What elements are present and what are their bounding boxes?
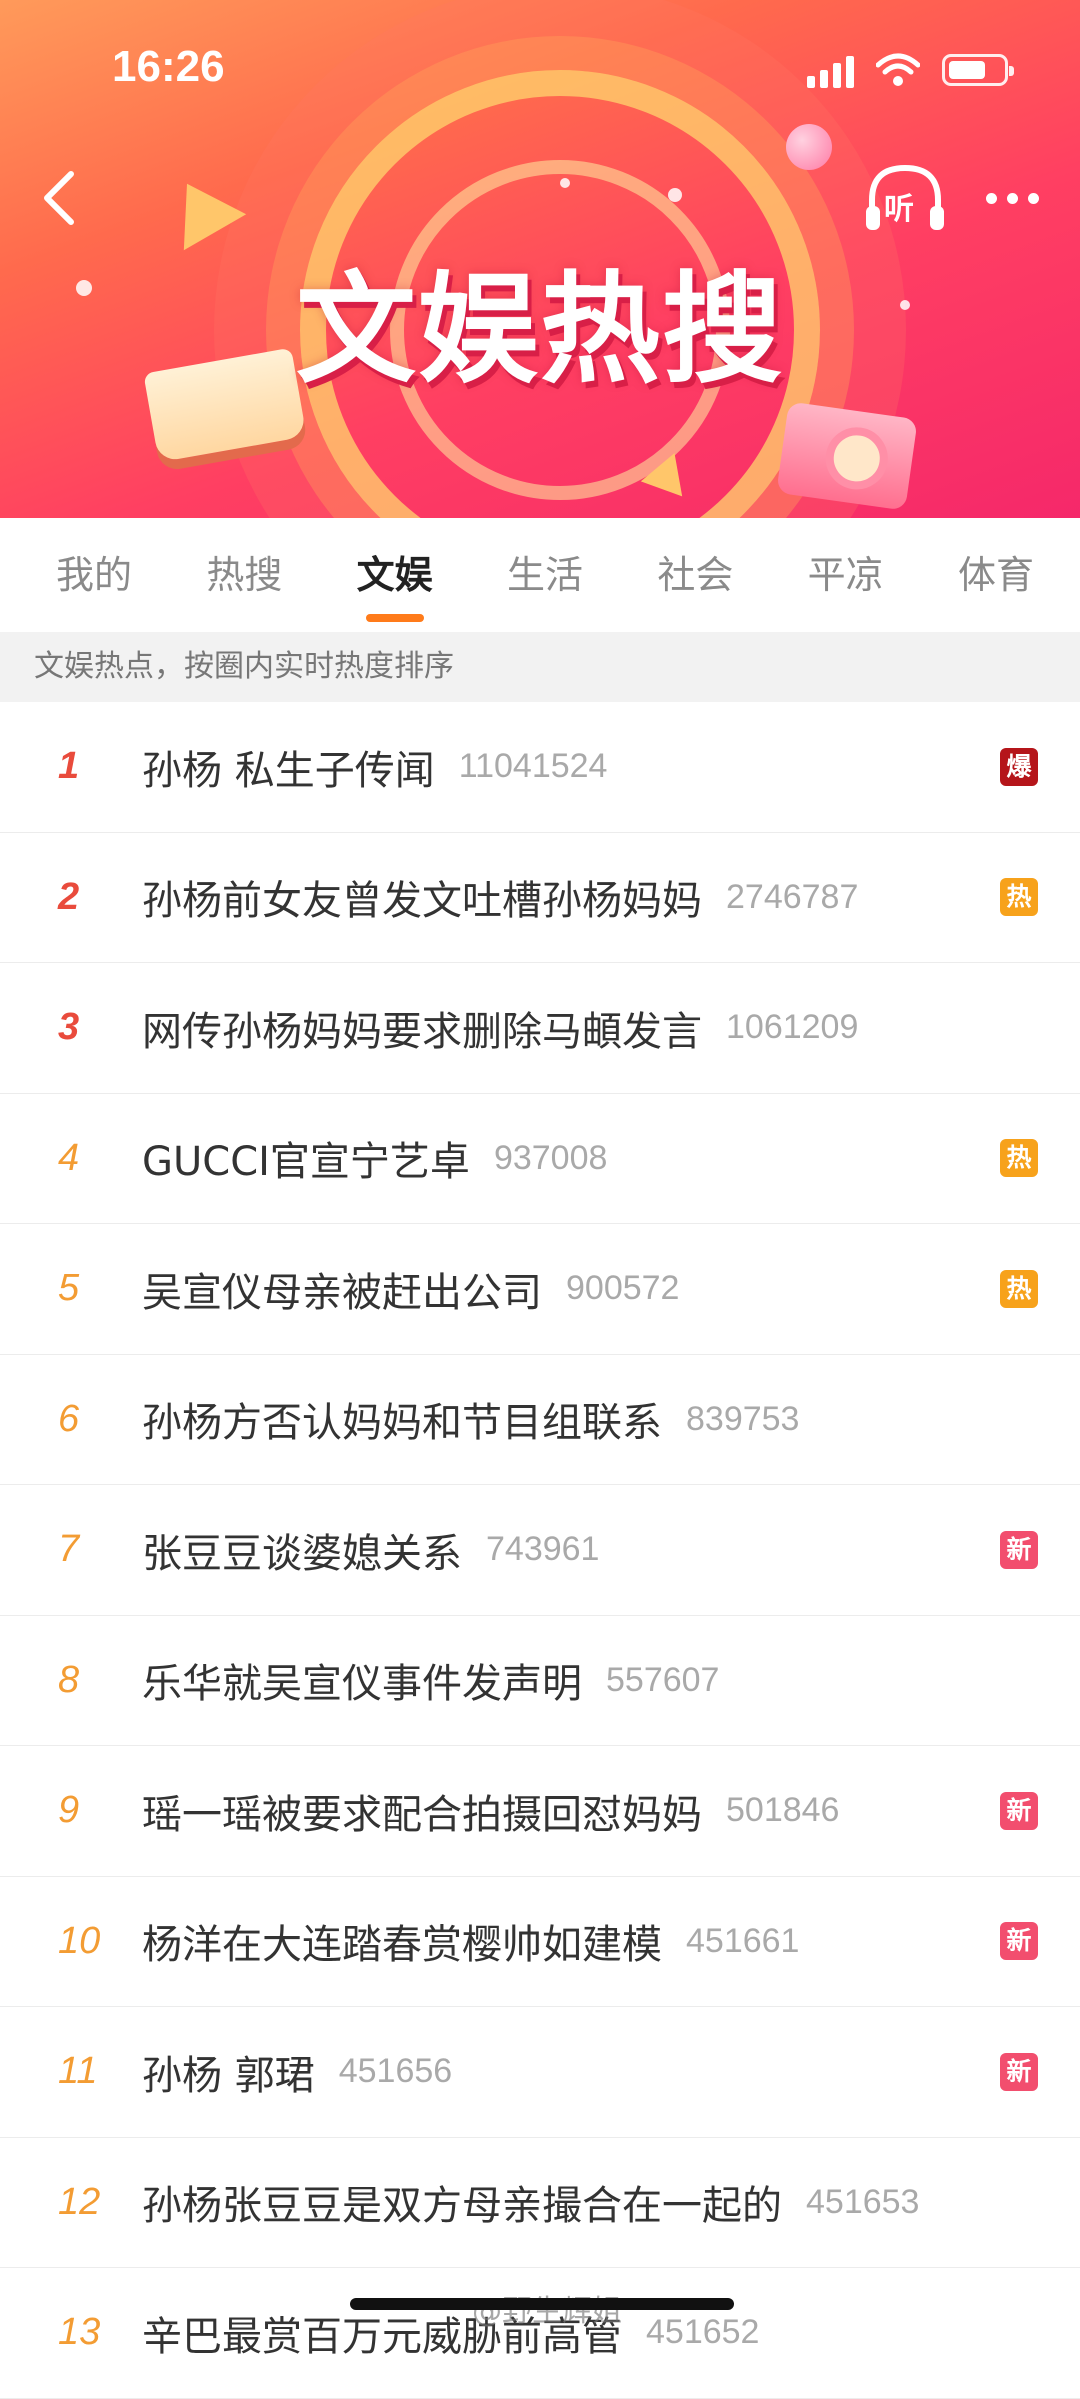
sparkle-dot xyxy=(560,178,570,188)
new-badge: 新 xyxy=(1000,1791,1038,1830)
heat-count: 1061209 xyxy=(726,1008,859,1047)
heat-count: 743961 xyxy=(486,1530,600,1569)
hot-badge: 热 xyxy=(1000,1139,1038,1178)
rank-number: 9 xyxy=(58,1789,80,1832)
sparkle-dot xyxy=(668,188,682,202)
status-time: 16:26 xyxy=(112,42,225,91)
heat-count: 900572 xyxy=(566,1269,680,1308)
rank-number: 11 xyxy=(58,2050,98,2093)
heat-count: 11041524 xyxy=(458,747,608,786)
status-icons xyxy=(807,50,1014,90)
new-badge: 新 xyxy=(1000,1922,1038,1961)
heat-count: 557607 xyxy=(606,1660,720,1699)
heat-count: 501846 xyxy=(726,1791,840,1830)
list-item[interactable]: 4 GUCCI官宣宁艺卓 937008 热 xyxy=(0,1094,1080,1224)
list-item[interactable]: 2 孙杨前女友曾发文吐槽孙杨妈妈 2746787 热 xyxy=(0,833,1080,963)
item-title: 瑶一瑶被要求配合拍摄回怼妈妈 xyxy=(142,1791,702,1838)
more-dot-icon xyxy=(1006,192,1018,204)
item-title: 孙杨前女友曾发文吐槽孙杨妈妈 xyxy=(142,878,702,925)
item-title: 杨洋在大连踏春赏樱帅如建模 xyxy=(142,1922,662,1969)
tab-life[interactable]: 生活 xyxy=(507,518,583,632)
list-item[interactable]: 1 孙杨 私生子传闻 11041524 爆 xyxy=(0,702,1080,833)
item-title: 孙杨张豆豆是双方母亲撮合在一起的 xyxy=(142,2183,782,2230)
rank-number: 7 xyxy=(58,1528,80,1571)
list-item[interactable]: 7 张豆豆谈婆媳关系 743961 新 xyxy=(0,1485,1080,1616)
rank-number: 6 xyxy=(58,1397,80,1440)
hot-badge: 热 xyxy=(1000,878,1038,917)
heat-count: 937008 xyxy=(493,1138,608,1177)
item-title: 乐华就吴宣仪事件发声明 xyxy=(142,1661,582,1708)
rank-number: 8 xyxy=(58,1658,80,1701)
home-indicator[interactable] xyxy=(350,2298,734,2310)
item-title: 网传孙杨妈妈要求删除马頔发言 xyxy=(142,1008,702,1055)
list-item[interactable]: 8 乐华就吴宣仪事件发声明 557607 xyxy=(0,1616,1080,1746)
heat-count: 451653 xyxy=(806,2182,920,2221)
more-options-button[interactable] xyxy=(972,168,1052,228)
tab-entertainment[interactable]: 文娱 xyxy=(357,518,433,632)
rank-number: 4 xyxy=(58,1136,80,1179)
banner-title: 文娱热搜 xyxy=(296,261,784,400)
category-tabs: 我的 热搜 文娱 生活 社会 平凉 体育 xyxy=(0,518,1080,632)
explosive-badge: 爆 xyxy=(1000,747,1038,786)
wifi-icon xyxy=(876,53,920,86)
back-button[interactable] xyxy=(20,158,100,238)
tab-pingliang[interactable]: 平凉 xyxy=(808,518,884,632)
planet-decoration xyxy=(786,124,832,170)
new-badge: 新 xyxy=(1000,1530,1038,1569)
list-item[interactable]: 5 吴宣仪母亲被赶出公司 900572 热 xyxy=(0,1224,1080,1355)
heat-count: 451656 xyxy=(338,2052,453,2091)
tab-mine[interactable]: 我的 xyxy=(56,518,132,632)
heat-count: 839753 xyxy=(686,1399,800,1438)
rank-number: 3 xyxy=(58,1006,80,1049)
rank-number: 12 xyxy=(58,2180,101,2223)
rank-number: 5 xyxy=(58,1267,80,1310)
rank-number: 1 xyxy=(58,745,80,788)
item-title: 孙杨 郭珺 xyxy=(142,2052,315,2099)
heat-count: 451661 xyxy=(686,1921,800,1960)
more-dot-icon xyxy=(985,192,997,204)
tab-hot-search[interactable]: 热搜 xyxy=(206,518,282,632)
battery-icon xyxy=(942,54,1014,86)
list-item[interactable]: 6 孙杨方否认妈妈和节目组联系 839753 xyxy=(0,1355,1080,1485)
header-banner: 文娱热搜 16:26 听 xyxy=(0,0,1080,518)
tab-society[interactable]: 社会 xyxy=(657,518,733,632)
rank-number: 2 xyxy=(58,875,80,918)
list-item[interactable]: 3 网传孙杨妈妈要求删除马頔发言 1061209 xyxy=(0,963,1080,1094)
list-item[interactable]: 10 杨洋在大连踏春赏樱帅如建模 451661 新 xyxy=(0,1877,1080,2007)
ranking-description: 文娱热点，按圈内实时热度排序 xyxy=(0,632,1080,702)
item-title: 吴宣仪母亲被赶出公司 xyxy=(142,1269,542,1316)
listen-button[interactable]: 听 xyxy=(862,158,948,244)
rank-number: 13 xyxy=(58,2311,101,2354)
item-title: 孙杨方否认妈妈和节目组联系 xyxy=(142,1400,662,1447)
more-dot-icon xyxy=(1027,192,1039,204)
camera-decoration xyxy=(776,401,918,511)
hot-search-list: 1 孙杨 私生子传闻 11041524 爆 2 孙杨前女友曾发文吐槽孙杨妈妈 2… xyxy=(0,702,1080,2399)
item-title: GUCCI官宣宁艺卓 xyxy=(142,1139,470,1186)
hot-badge: 热 xyxy=(1000,1269,1038,1308)
list-item[interactable]: 12 孙杨张豆豆是双方母亲撮合在一起的 451653 xyxy=(0,2138,1080,2268)
item-title: 张豆豆谈婆媳关系 xyxy=(142,1530,462,1577)
cellular-signal-icon xyxy=(807,52,854,88)
list-item[interactable]: 11 孙杨 郭珺 451656 新 xyxy=(0,2007,1080,2138)
list-item[interactable]: 9 瑶一瑶被要求配合拍摄回怼妈妈 501846 新 xyxy=(0,1746,1080,1877)
chevron-left-icon xyxy=(44,171,74,225)
heat-count: 451652 xyxy=(646,2313,760,2352)
item-title: 孙杨 私生子传闻 xyxy=(142,747,435,794)
heat-count: 2746787 xyxy=(726,877,859,916)
new-badge: 新 xyxy=(1000,2052,1038,2091)
rank-number: 10 xyxy=(58,1919,101,1962)
tab-sports[interactable]: 体育 xyxy=(958,518,1034,632)
listen-label: 听 xyxy=(884,192,914,227)
